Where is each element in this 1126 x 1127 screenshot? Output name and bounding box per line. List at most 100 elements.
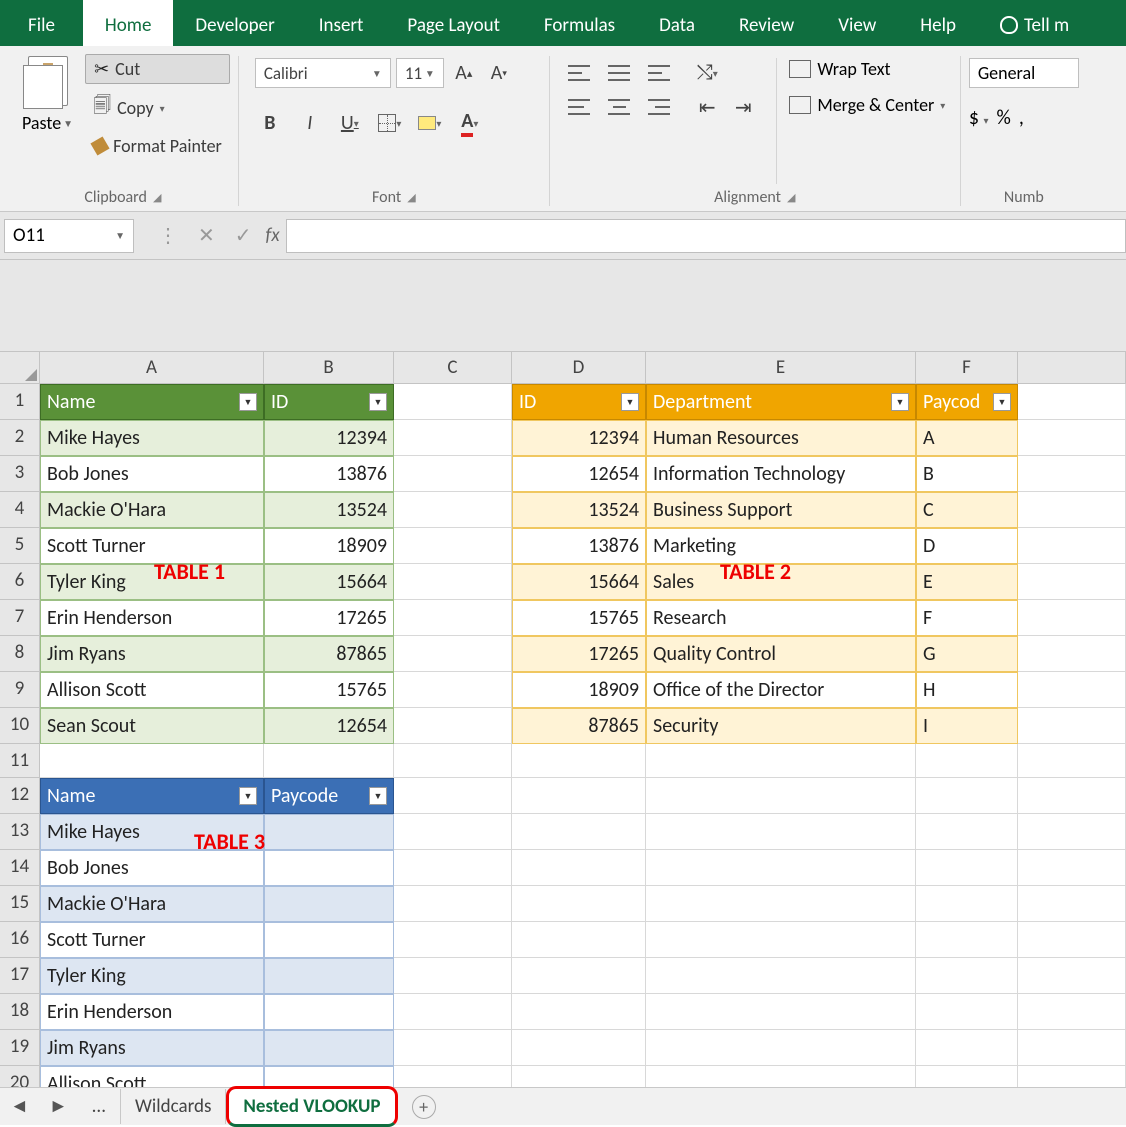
cell[interactable] [916,886,1018,922]
filter-icon[interactable]: ▼ [239,787,257,805]
table3-name[interactable]: Mike Hayes [40,814,264,850]
font-color-button[interactable]: A ▾ [455,108,485,138]
table1-header-name[interactable]: Name▼ [40,384,264,420]
cell[interactable] [916,958,1018,994]
row-header-7[interactable]: 7 [0,600,40,636]
table2-dept[interactable]: Business Support [646,492,916,528]
italic-button[interactable]: I [295,108,325,138]
sheet-tab-ellipsis[interactable]: ... [78,1089,121,1124]
table2-id[interactable]: 18909 [512,672,646,708]
table1-name[interactable]: Mackie O'Hara [40,492,264,528]
borders-button[interactable]: ▾ [375,108,405,138]
row-header-16[interactable]: 16 [0,922,40,958]
cell[interactable] [394,564,512,600]
cell[interactable] [394,994,512,1030]
table3-paycode[interactable] [264,814,394,850]
tell-me[interactable]: Tell m [978,0,1091,46]
table2-paycode[interactable]: B [916,456,1018,492]
table1-name[interactable]: Mike Hayes [40,420,264,456]
cell[interactable] [512,958,646,994]
row-header-18[interactable]: 18 [0,994,40,1030]
cell[interactable] [264,744,394,778]
col-header-C[interactable]: C [394,352,512,384]
fx-options-icon[interactable]: ⋮ [158,223,178,248]
cell[interactable] [916,1030,1018,1066]
filter-icon[interactable]: ▼ [369,393,387,411]
table2-header-paycode[interactable]: Paycod▼ [916,384,1018,420]
filter-icon[interactable]: ▼ [993,393,1011,411]
row-header-3[interactable]: 3 [0,456,40,492]
cell[interactable] [1018,528,1126,564]
filter-icon[interactable]: ▼ [369,787,387,805]
table2-header-id[interactable]: ID▼ [512,384,646,420]
cell[interactable] [512,886,646,922]
cell[interactable] [512,744,646,778]
tab-view[interactable]: View [816,0,898,46]
col-header-B[interactable]: B [264,352,394,384]
cell[interactable] [1018,886,1126,922]
row-header-10[interactable]: 10 [0,708,40,744]
cell[interactable] [394,922,512,958]
table2-id[interactable]: 12654 [512,456,646,492]
table1-id[interactable]: 12394 [264,420,394,456]
table2-dept[interactable]: Sales [646,564,916,600]
cell[interactable] [1018,744,1126,778]
col-header-E[interactable]: E [646,352,916,384]
sheet-nav-prev[interactable]: ◄ [0,1095,39,1118]
cell[interactable] [512,1030,646,1066]
cell[interactable] [1018,672,1126,708]
new-sheet-button[interactable]: + [412,1095,436,1119]
cell[interactable] [1018,564,1126,600]
table2-id[interactable]: 87865 [512,708,646,744]
table3-name[interactable]: Mackie O'Hara [40,886,264,922]
table2-id[interactable]: 13876 [512,528,646,564]
cell[interactable] [916,922,1018,958]
merge-center-button[interactable]: Merge & Center ▾ [789,94,945,116]
table3-paycode[interactable] [264,994,394,1030]
table2-id[interactable]: 13524 [512,492,646,528]
table3-name[interactable]: Tyler King [40,958,264,994]
table2-dept[interactable]: Office of the Director [646,672,916,708]
align-left-icon[interactable] [564,92,594,122]
table2-paycode[interactable]: F [916,600,1018,636]
orientation-button[interactable]: ⤭ ▾ [692,58,722,88]
font-name-select[interactable]: Calibri▼ [255,58,391,88]
cell[interactable] [916,778,1018,814]
align-right-icon[interactable] [644,92,674,122]
cell[interactable] [512,994,646,1030]
cell[interactable] [1018,636,1126,672]
cell[interactable] [1018,600,1126,636]
align-bottom-icon[interactable] [644,58,674,88]
cell[interactable] [1018,1030,1126,1066]
tab-formulas[interactable]: Formulas [522,0,637,46]
cell[interactable] [394,384,512,420]
sheet-tab-nested-vlookup[interactable]: Nested VLOOKUP [226,1086,397,1127]
table3-name[interactable]: Bob Jones [40,850,264,886]
cell[interactable] [394,744,512,778]
cell[interactable] [646,994,916,1030]
cell[interactable] [916,850,1018,886]
dialog-launcher-icon[interactable]: ◢ [153,191,161,204]
row-header-8[interactable]: 8 [0,636,40,672]
cell[interactable] [394,600,512,636]
currency-button[interactable]: $ ▾ [969,106,989,130]
cell[interactable] [646,814,916,850]
row-header-15[interactable]: 15 [0,886,40,922]
cell[interactable] [1018,384,1126,420]
table2-paycode[interactable]: C [916,492,1018,528]
table2-header-dept[interactable]: Department▼ [646,384,916,420]
cell[interactable] [916,744,1018,778]
tab-developer[interactable]: Developer [173,0,296,46]
table1-id[interactable]: 15765 [264,672,394,708]
cell[interactable] [646,958,916,994]
cell[interactable] [1018,778,1126,814]
col-header-D[interactable]: D [512,352,646,384]
dialog-launcher-icon[interactable]: ◢ [787,191,795,204]
name-box[interactable]: O11▼ [4,219,134,253]
table2-paycode[interactable]: I [916,708,1018,744]
table2-paycode[interactable]: E [916,564,1018,600]
align-top-icon[interactable] [564,58,594,88]
row-header-12[interactable]: 12 [0,778,40,814]
cell[interactable] [646,1030,916,1066]
format-painter-button[interactable]: Format Painter [85,132,230,160]
